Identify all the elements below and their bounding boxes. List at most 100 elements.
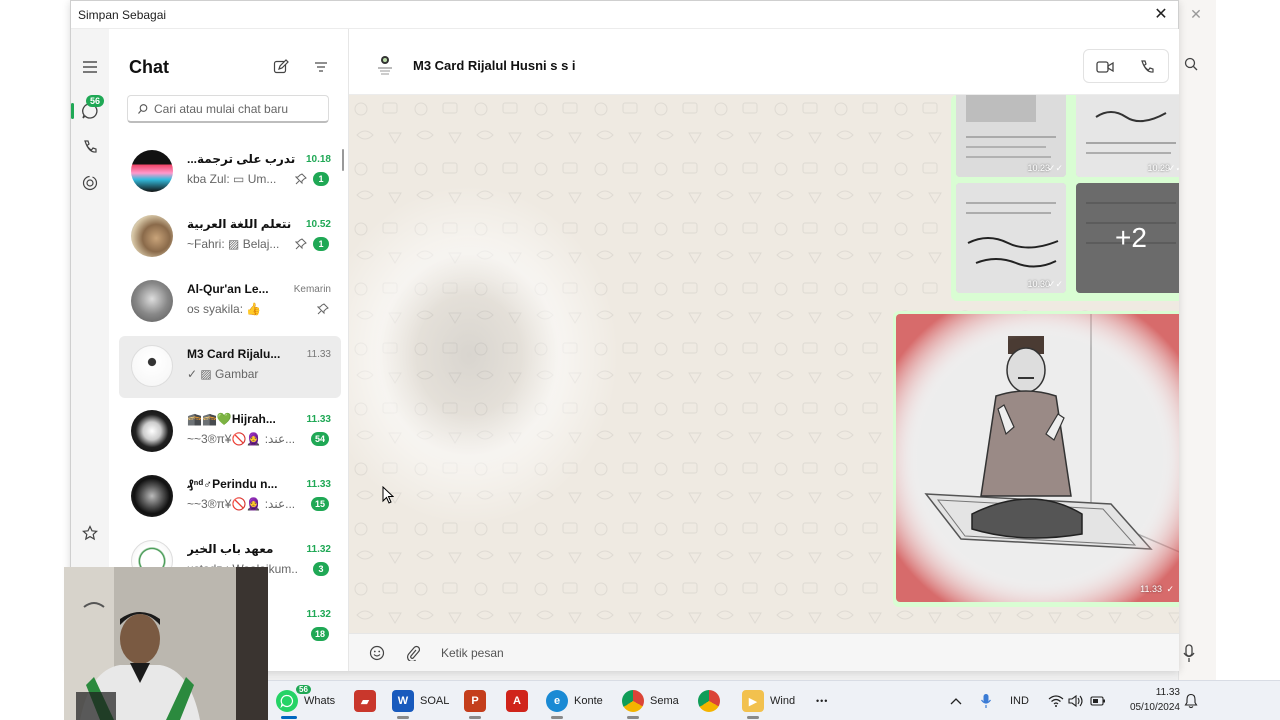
taskbar-powerpoint[interactable]: P xyxy=(464,686,486,719)
new-chat-icon[interactable] xyxy=(271,57,291,77)
album-image[interactable]: 10.30 ✓✓ xyxy=(956,183,1066,293)
star-icon[interactable] xyxy=(78,521,102,545)
active-indicator xyxy=(71,103,74,119)
read-check-icon: ✓ xyxy=(1166,584,1174,594)
status-icon[interactable] xyxy=(78,171,102,195)
avatar[interactable] xyxy=(371,51,399,79)
taskbar-word[interactable]: W SOAL xyxy=(392,686,449,719)
book-icon: ▰ xyxy=(354,690,376,712)
battery-icon[interactable] xyxy=(1090,681,1106,720)
call-buttons xyxy=(1083,49,1169,83)
message-time: 10.23 xyxy=(1027,163,1050,173)
tray-chevron-icon[interactable] xyxy=(950,681,962,720)
language-indicator[interactable]: IND xyxy=(1010,681,1029,720)
chat-list-item-selected[interactable]: M3 Card Rijalu... 11.33 ✓ ▨ Gambar xyxy=(119,336,341,398)
unread-badge: 15 xyxy=(310,497,329,511)
message-time: 10.30 xyxy=(1027,279,1050,289)
chat-header[interactable]: M3 Card Rijalul Husni s s i xyxy=(349,29,1179,95)
video-call-icon[interactable] xyxy=(1095,57,1115,77)
message-area[interactable]: 10.23 ✓✓ 10.29 ✓✓ 10.30 ✓✓ +2 xyxy=(349,95,1179,633)
album-image[interactable]: 10.29 ✓✓ xyxy=(1076,95,1179,177)
search-input[interactable] xyxy=(154,100,324,118)
chat-list-item[interactable]: تدرب على ترجمة... 10.18 kba Zul: ▭ Um...… xyxy=(119,141,341,203)
taskbar-chrome-profile[interactable]: Sema xyxy=(622,686,679,719)
volume-icon[interactable] xyxy=(1068,681,1084,720)
chat-list-scrollbar[interactable] xyxy=(342,149,344,171)
chat-name: M3 Card Rijalu... xyxy=(187,347,281,361)
chat-preview: os syakila: 👍 xyxy=(187,302,262,316)
avatar xyxy=(131,150,173,192)
taskbar-whatsapp[interactable]: 56 Whats xyxy=(276,685,336,719)
open-app-indicator xyxy=(397,716,409,719)
read-check-icon: ✓✓ xyxy=(1047,279,1063,289)
chat-title[interactable]: M3 Card Rijalul Husni s s i xyxy=(413,58,576,73)
powerpoint-icon: P xyxy=(464,690,486,712)
dialog-title: Simpan Sebagai xyxy=(78,8,167,22)
search-icon[interactable] xyxy=(1183,56,1201,74)
active-app-indicator xyxy=(281,716,297,719)
taskbar-label: Wind xyxy=(770,695,796,707)
avatar xyxy=(131,410,173,452)
read-check-icon: ✓✓ xyxy=(1047,163,1063,173)
chat-list-item[interactable]: نتعلم اللغة العربية 10.52 ~Fahri: ▨ Bela… xyxy=(119,206,341,268)
chrome-icon xyxy=(698,690,720,712)
language-label: IND xyxy=(1010,695,1029,707)
image-album-message[interactable]: 10.23 ✓✓ 10.29 ✓✓ 10.30 ✓✓ +2 xyxy=(951,95,1179,301)
taskbar-edge[interactable]: e Konte xyxy=(546,686,603,719)
search-field[interactable] xyxy=(127,95,329,123)
emoji-icon[interactable] xyxy=(367,643,387,663)
taskbar-book-app[interactable]: ▰ xyxy=(354,686,376,716)
mic-icon[interactable] xyxy=(1182,644,1200,666)
tray-mic-icon[interactable] xyxy=(980,681,992,720)
chat-list-title: Chat xyxy=(129,57,169,77)
chat-list-item[interactable]: 🕋🕋💚Hijrah... 11.33 ~~3®π¥🚫🧕 :عند... 54 xyxy=(119,401,341,463)
notification-bell-icon[interactable] xyxy=(1184,681,1198,720)
open-app-indicator xyxy=(747,716,759,719)
overflow-icon: ••• xyxy=(816,696,829,706)
whatsapp-icon xyxy=(276,690,298,712)
chat-preview: ~Fahri: ▨ Belaj... xyxy=(187,237,280,251)
unread-badge: 1 xyxy=(313,172,329,186)
wifi-icon[interactable] xyxy=(1048,681,1064,720)
image-message[interactable]: 11.33 ✓ xyxy=(893,311,1179,607)
right-margin xyxy=(1216,0,1280,720)
album-image[interactable]: 10.23 ✓✓ xyxy=(956,95,1066,177)
filter-icon[interactable] xyxy=(311,57,331,77)
taskbar-whatsapp-badge: 56 xyxy=(296,685,311,694)
avatar xyxy=(131,280,173,322)
clock-date: 05/10/2024 xyxy=(1129,702,1180,713)
chat-list-item[interactable]: Al-Qur'an Le... Kemarin os syakila: 👍 xyxy=(119,271,341,333)
menu-icon[interactable] xyxy=(78,55,102,79)
chat-name: Al-Qur'an Le... xyxy=(187,282,269,296)
edge-icon: e xyxy=(546,690,568,712)
message-time: 10.29 xyxy=(1147,163,1170,173)
webcam-overlay xyxy=(64,567,268,720)
taskbar-clock[interactable]: 11.33 05/10/2024 xyxy=(1120,685,1180,715)
mouse-cursor xyxy=(382,486,394,504)
unread-badge: 54 xyxy=(310,432,329,446)
taskbar: 56 Whats ▰ W SOAL P A e Konte Sema ▶ Win… xyxy=(268,680,1280,720)
phone-icon[interactable] xyxy=(78,135,102,159)
message-image[interactable]: 11.33 ✓ xyxy=(896,314,1179,602)
attach-icon[interactable] xyxy=(403,643,423,663)
chat-preview: ~~3®π¥🚫🧕 :عند... xyxy=(187,432,296,446)
chat-name: 🕋🕋💚Hijrah... xyxy=(187,412,276,426)
media-player-icon: ▶ xyxy=(742,690,764,712)
taskbar-label: Whats xyxy=(304,695,336,707)
dialog-close-button[interactable]: ✕ xyxy=(1150,5,1172,25)
album-more-images[interactable]: +2 xyxy=(1076,183,1179,293)
open-app-indicator xyxy=(627,716,639,719)
taskbar-chrome[interactable] xyxy=(698,686,720,716)
taskbar-label: Konte xyxy=(574,695,603,707)
chat-time: 11.32 xyxy=(306,544,331,555)
chat-name: تدرب على ترجمة... xyxy=(187,152,296,166)
taskbar-overflow-button[interactable]: ••• xyxy=(816,686,828,716)
message-input[interactable] xyxy=(441,643,1041,663)
voice-call-icon[interactable] xyxy=(1137,57,1157,77)
chat-list-item[interactable]: ₰ⁿᵈ♂Perindu n... 11.33 ~~3®π¥🚫🧕 :عند... … xyxy=(119,466,341,528)
chat-time: 11.32 xyxy=(306,609,331,620)
taskbar-acrobat[interactable]: A xyxy=(506,686,528,716)
taskbar-media-player[interactable]: ▶ Wind xyxy=(742,686,796,719)
background-window-close-button[interactable]: ✕ xyxy=(1186,4,1206,24)
chat-time: 11.33 xyxy=(306,479,331,490)
